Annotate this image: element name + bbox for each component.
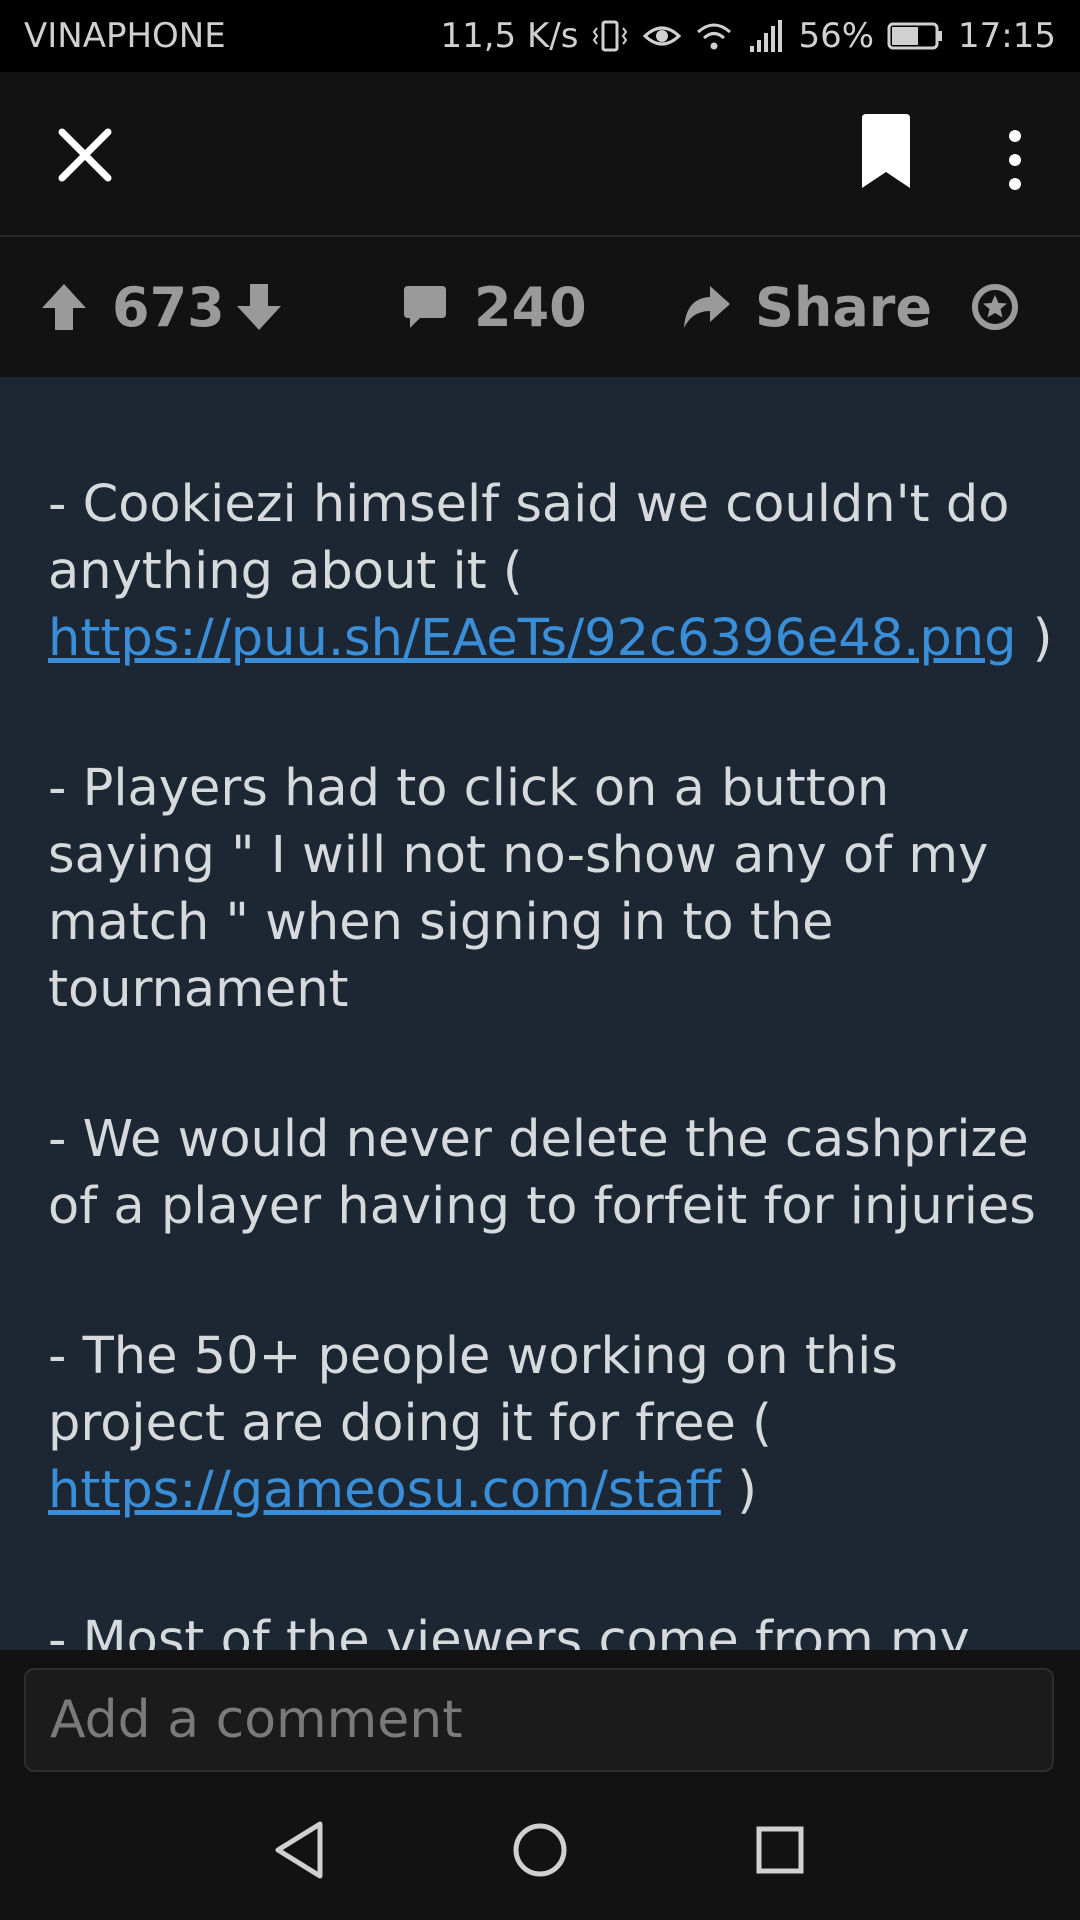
post-paragraph: - Cookiezi himself said we couldn't do a… bbox=[48, 471, 1058, 672]
post-paragraph: - The 50+ people working on this project… bbox=[48, 1323, 1058, 1524]
post-link[interactable]: https://puu.sh/EAeTs/92c6396e48.png bbox=[48, 609, 1016, 668]
app-root: VINAPHONE 11,5 K/s 56% 17:15 673 240 Sha… bbox=[0, 0, 1080, 1920]
post-paragraph: - Players had to click on a button sayin… bbox=[48, 759, 989, 1019]
system-nav-bar bbox=[0, 1780, 1080, 1920]
share-button[interactable] bbox=[680, 237, 732, 377]
upvote-button[interactable] bbox=[40, 237, 88, 377]
net-speed: 11,5 K/s bbox=[440, 16, 579, 56]
paragraph-text: - The 50+ people working on this project… bbox=[48, 1327, 898, 1453]
post-body: - Cookiezi himself said we couldn't do a… bbox=[0, 377, 1080, 1650]
post-paragraph: - We would never delete the cashprize of… bbox=[48, 1110, 1036, 1236]
paragraph-text: - Cookiezi himself said we couldn't do a… bbox=[48, 475, 1010, 601]
comment-bar: Add a comment bbox=[0, 1650, 1080, 1780]
close-icon[interactable] bbox=[50, 120, 120, 190]
battery-percent: 56% bbox=[798, 16, 875, 56]
clock: 17:15 bbox=[958, 16, 1056, 56]
award-button[interactable] bbox=[970, 237, 1020, 377]
post-paragraph: - Most of the viewers come from my bbox=[48, 1611, 970, 1650]
comment-count[interactable]: 240 bbox=[474, 237, 587, 377]
top-app-bar bbox=[0, 72, 1080, 237]
recents-icon[interactable] bbox=[740, 1810, 820, 1890]
vibrate-icon bbox=[593, 20, 628, 52]
back-icon[interactable] bbox=[260, 1810, 340, 1890]
comment-icon bbox=[404, 286, 446, 328]
upvote-icon bbox=[42, 284, 86, 330]
comments-button[interactable] bbox=[400, 237, 450, 377]
comment-input[interactable]: Add a comment bbox=[24, 1668, 1054, 1772]
status-bar: VINAPHONE 11,5 K/s 56% 17:15 bbox=[0, 0, 1080, 72]
downvote-button[interactable] bbox=[235, 237, 283, 377]
share-icon bbox=[684, 286, 730, 328]
award-icon bbox=[972, 284, 1018, 330]
status-indicators: 11,5 K/s 56% 17:15 bbox=[440, 16, 1056, 56]
paragraph-text: ) bbox=[720, 1461, 757, 1520]
downvote-icon bbox=[237, 284, 281, 330]
bookmark-icon[interactable] bbox=[858, 112, 914, 192]
carrier-label: VINAPHONE bbox=[24, 16, 226, 56]
wifi-icon bbox=[697, 23, 732, 50]
post-link[interactable]: https://gameosu.com/staff bbox=[48, 1461, 721, 1520]
paragraph-text: ) bbox=[1016, 609, 1053, 668]
post-action-bar: 673 240 Share bbox=[0, 237, 1080, 377]
eye-icon bbox=[643, 26, 682, 46]
vote-score: 673 bbox=[112, 275, 225, 339]
more-vertical-icon[interactable] bbox=[990, 124, 1040, 204]
signal-icon bbox=[750, 20, 783, 52]
battery-icon bbox=[887, 22, 943, 50]
share-label[interactable]: Share bbox=[755, 237, 932, 377]
home-icon[interactable] bbox=[500, 1810, 580, 1890]
